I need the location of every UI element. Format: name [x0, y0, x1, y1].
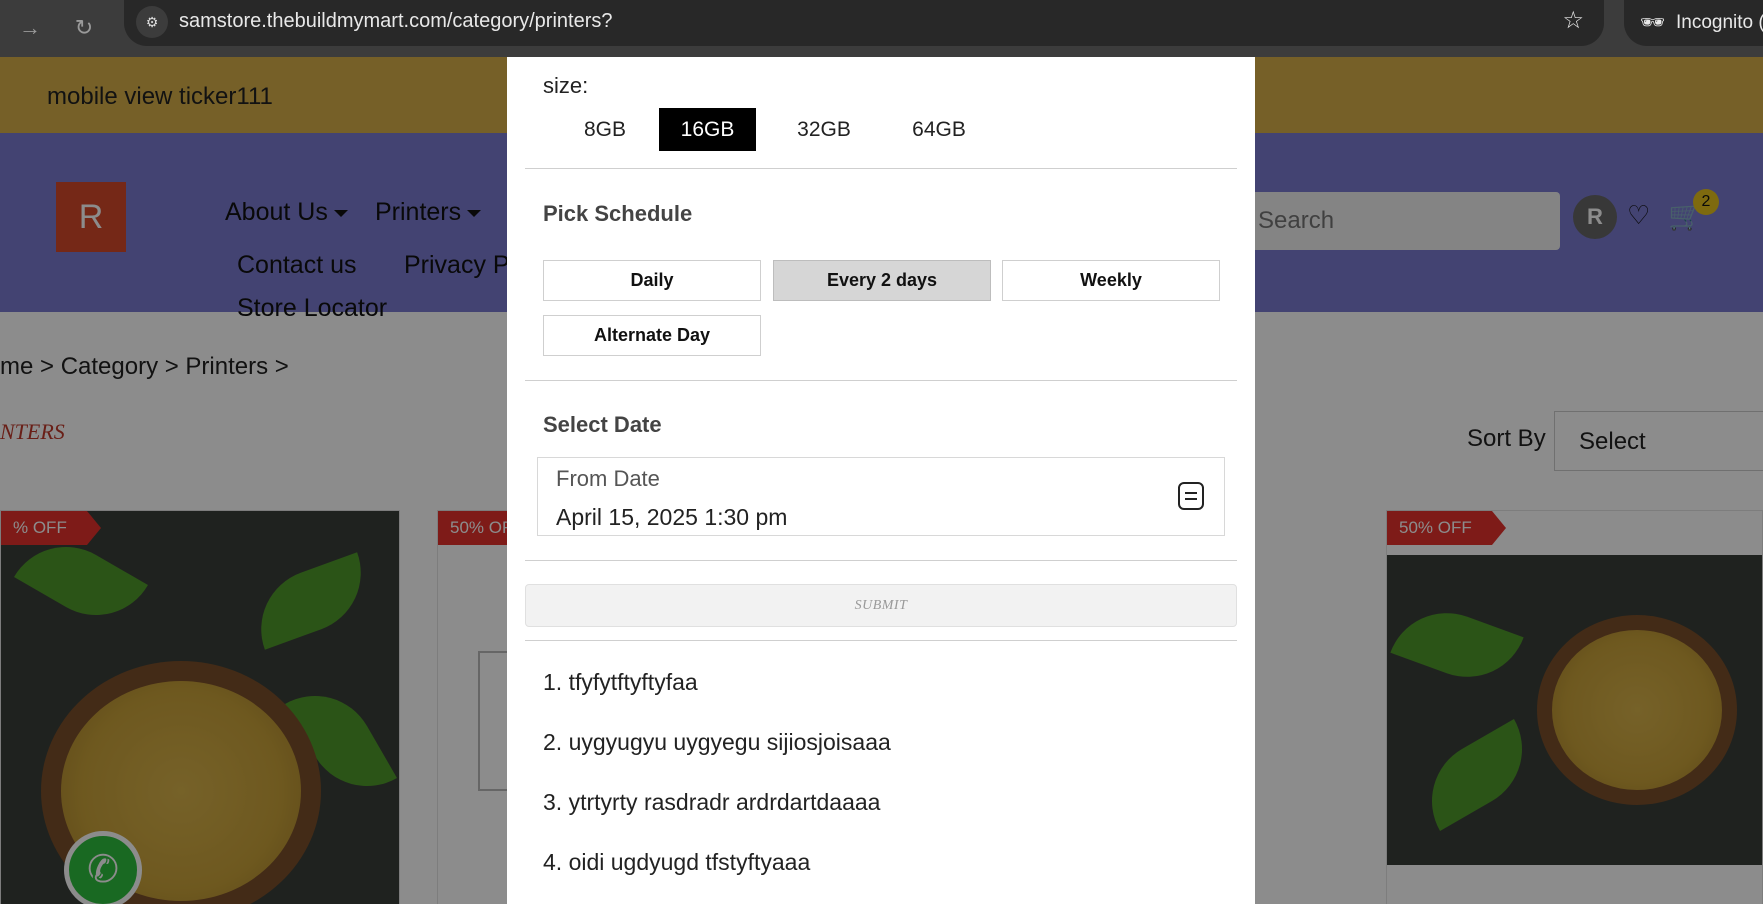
divider — [525, 168, 1237, 169]
pick-schedule-title: Pick Schedule — [543, 201, 693, 226]
from-date-label: From Date — [556, 466, 660, 491]
size-option-64gb[interactable]: 64GB — [885, 108, 993, 151]
select-date-title: Select Date — [543, 412, 662, 437]
calendar-icon[interactable] — [1178, 482, 1204, 510]
size-option-32gb[interactable]: 32GB — [770, 108, 878, 151]
list-item: 3. ytrtyrty rasdradr ardrdartdaaaa — [543, 789, 881, 815]
address-bar[interactable]: ⚙ samstore.thebuildmymart.com/category/p… — [124, 0, 1604, 46]
list-item: 4. oidi ugdyugd tfstyftyaaa — [543, 849, 811, 875]
list-item: 1. tfyfytftyftyfaa — [543, 669, 698, 695]
incognito-label: Incognito ( — [1676, 12, 1763, 33]
bookmark-star-icon[interactable]: ☆ — [1562, 6, 1584, 35]
incognito-indicator[interactable]: 🕶 Incognito ( — [1624, 0, 1763, 46]
size-option-8gb[interactable]: 8GB — [551, 108, 659, 151]
divider — [525, 560, 1237, 561]
from-date-value[interactable]: April 15, 2025 1:30 pm — [556, 504, 787, 531]
from-date-field[interactable]: From Date April 15, 2025 1:30 pm — [537, 457, 1225, 536]
schedule-weekly-button[interactable]: Weekly — [1002, 260, 1220, 301]
schedule-alternate-day-button[interactable]: Alternate Day — [543, 315, 761, 356]
url-text[interactable]: samstore.thebuildmymart.com/category/pri… — [179, 10, 613, 33]
submit-button[interactable]: SUBMIT — [525, 584, 1237, 627]
schedule-daily-button[interactable]: Daily — [543, 260, 761, 301]
divider — [525, 640, 1237, 641]
browser-toolbar: → ↻ ⚙ samstore.thebuildmymart.com/catego… — [0, 0, 1763, 57]
site-settings-icon[interactable]: ⚙ — [136, 6, 168, 38]
divider — [525, 380, 1237, 381]
size-label: size: — [543, 73, 589, 98]
reload-icon[interactable]: ↻ — [66, 10, 102, 46]
forward-icon[interactable]: → — [12, 10, 48, 46]
schedule-every-2-days-button[interactable]: Every 2 days — [773, 260, 991, 301]
list-item: 2. uygyugyu uygyegu sijiosjoisaaa — [543, 729, 891, 755]
subscription-modal: size: 8GB 16GB 32GB 64GB Pick Schedule D… — [507, 57, 1255, 904]
size-option-16gb[interactable]: 16GB — [659, 108, 756, 151]
incognito-icon: 🕶 — [1640, 12, 1666, 34]
